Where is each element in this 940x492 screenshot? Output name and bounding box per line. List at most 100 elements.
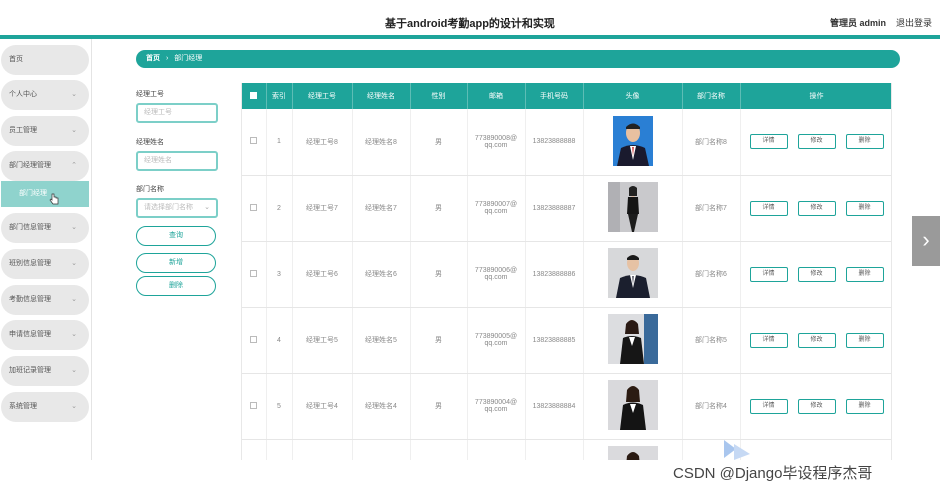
- avatar-image: [607, 248, 658, 298]
- chevron-down-icon: ⌄: [204, 204, 210, 211]
- table-row: 4 经理工号5 经理姓名5 男 773890005@ qq.com 1382388…: [242, 307, 891, 374]
- cell-email: 773890004@ qq.com: [467, 373, 526, 440]
- cell-email: 773890008@ qq.com: [467, 109, 526, 176]
- sidebar-item-overtime[interactable]: 加班记录管理 ⌄: [1, 356, 89, 386]
- sidebar-item-shifts[interactable]: 班别信息管理 ⌄: [1, 249, 89, 279]
- delete-row-button[interactable]: 删除: [845, 332, 884, 348]
- sidebar-subitem-manager[interactable]: 部门经理: [1, 181, 89, 207]
- add-button[interactable]: 新增: [136, 253, 216, 273]
- column-header: 经理姓名: [352, 83, 411, 109]
- email-line: qq.com: [484, 406, 508, 413]
- chevron-down-icon: ⌄: [71, 224, 77, 231]
- delete-row-button[interactable]: 删除: [845, 266, 884, 282]
- chevron-down-icon: ⌄: [71, 296, 77, 303]
- cell-manager-id: 经理工号6: [292, 241, 353, 308]
- sidebar-item-employees[interactable]: 员工管理 ⌄: [1, 116, 89, 146]
- detail-button[interactable]: 详情: [749, 398, 788, 414]
- top-header: 基于android考勤app的设计和实现 管理员 admin 退出登录: [0, 0, 940, 39]
- sidebar-item-departments[interactable]: 部门信息管理 ⌄: [1, 213, 89, 243]
- department-select[interactable]: 请选择部门名称 ⌄: [136, 198, 218, 218]
- cell-index: 2: [266, 175, 293, 242]
- email-line: qq.com: [484, 208, 508, 215]
- sidebar-item-home[interactable]: 首页: [1, 45, 89, 75]
- sidebar-item-label: 部门经理管理: [9, 162, 51, 169]
- header-divider: [0, 35, 940, 39]
- table-row: [242, 439, 891, 460]
- detail-button[interactable]: 详情: [749, 134, 788, 150]
- sidebar-item-system[interactable]: 系统管理 ⌄: [1, 392, 89, 422]
- delete-button[interactable]: 删除: [136, 276, 216, 296]
- select-all-checkbox[interactable]: [242, 83, 267, 109]
- avatar-image: [607, 182, 658, 232]
- cell-email: 773890005@ qq.com: [467, 307, 526, 374]
- delete-row-button[interactable]: 删除: [845, 134, 884, 150]
- admin-label: 管理员 admin: [829, 18, 886, 28]
- delete-row-button[interactable]: 删除: [845, 398, 884, 414]
- cell-gender: 男: [410, 307, 468, 374]
- chevron-down-icon: ⌄: [71, 260, 77, 267]
- department-select-value: 请选择部门名称: [144, 204, 193, 211]
- cell-department: 部门名称7: [682, 175, 741, 242]
- manager-name-input[interactable]: 经理姓名: [136, 151, 218, 171]
- sidebar-item-profile[interactable]: 个人中心 ⌄: [1, 80, 89, 110]
- row-checkbox[interactable]: [242, 373, 267, 440]
- edit-button[interactable]: 修改: [797, 200, 836, 216]
- chevron-right-icon[interactable]: ›: [912, 216, 940, 266]
- cell-avatar: [583, 109, 683, 176]
- logout-link[interactable]: 退出登录: [896, 16, 932, 29]
- chevron-down-icon: ⌄: [71, 127, 77, 134]
- edit-button[interactable]: 修改: [797, 266, 836, 282]
- cell-department: 部门名称8: [682, 109, 741, 176]
- sidebar-item-requests[interactable]: 申请信息管理 ⌄: [1, 320, 89, 350]
- row-checkbox[interactable]: [242, 439, 267, 460]
- sidebar-item-attendance[interactable]: 考勤信息管理 ⌄: [1, 285, 89, 315]
- delete-row-button[interactable]: 删除: [845, 200, 884, 216]
- sidebar-item-managers[interactable]: 部门经理管理 ⌃: [1, 151, 89, 181]
- manager-id-input[interactable]: 经理工号: [136, 103, 218, 123]
- sidebar: 首页 个人中心 ⌄ 员工管理 ⌄ 部门经理管理 ⌃ 部门经理 部门信息管理 ⌄ 班别信息…: [0, 39, 92, 460]
- detail-button[interactable]: 详情: [749, 200, 788, 216]
- chevron-down-icon: ⌄: [71, 91, 77, 98]
- cell-avatar: [583, 439, 683, 460]
- detail-button[interactable]: 详情: [749, 332, 788, 348]
- manager-name-label: 经理姓名: [136, 139, 164, 146]
- cell-department: 部门名称4: [682, 373, 741, 440]
- breadcrumb-home[interactable]: 首页: [146, 55, 160, 62]
- column-header: 部门名称: [682, 83, 741, 109]
- sidebar-item-label: 系统管理: [9, 403, 37, 410]
- row-checkbox[interactable]: [242, 241, 267, 308]
- cell-actions: 详情 修改 删除: [740, 373, 891, 440]
- watermark-logo-icon: [724, 440, 750, 460]
- column-header: 经理工号: [292, 83, 353, 109]
- watermark-text: CSDN @Django毕设程序杰哥: [673, 465, 873, 482]
- cell-gender: 男: [410, 175, 468, 242]
- hand-pointer-icon: [49, 193, 59, 205]
- email-line: qq.com: [484, 274, 508, 281]
- row-checkbox[interactable]: [242, 109, 267, 176]
- breadcrumb-current: 部门经理: [174, 55, 203, 62]
- edit-button[interactable]: 修改: [797, 134, 836, 150]
- column-header: 邮箱: [467, 83, 526, 109]
- email-line: 773890007@: [474, 201, 518, 208]
- cell-manager-id: 经理工号4: [292, 373, 353, 440]
- email-line: 773890005@: [474, 333, 518, 340]
- cell-avatar: [583, 175, 683, 242]
- edit-button[interactable]: 修改: [797, 398, 836, 414]
- cell-department: 部门名称6: [682, 241, 741, 308]
- detail-button[interactable]: 详情: [749, 266, 788, 282]
- column-header: 手机号码: [525, 83, 584, 109]
- avatar-image: [607, 380, 658, 430]
- cell-actions: 详情 修改 删除: [740, 175, 891, 242]
- query-button[interactable]: 查询: [136, 226, 216, 246]
- cell-index: 3: [266, 241, 293, 308]
- row-checkbox[interactable]: [242, 175, 267, 242]
- sidebar-item-label: 加班记录管理: [9, 367, 51, 374]
- breadcrumb-separator: ›: [165, 55, 169, 62]
- cell-department: 部门名称5: [682, 307, 741, 374]
- edit-button[interactable]: 修改: [797, 332, 836, 348]
- cell-phone: 13823888888: [525, 109, 584, 176]
- cell-manager-name: 经理姓名7: [352, 175, 411, 242]
- chevron-down-icon: ⌄: [71, 331, 77, 338]
- row-checkbox[interactable]: [242, 307, 267, 374]
- table-row: 2 经理工号7 经理姓名7 男 773890007@ qq.com 1382388…: [242, 175, 891, 242]
